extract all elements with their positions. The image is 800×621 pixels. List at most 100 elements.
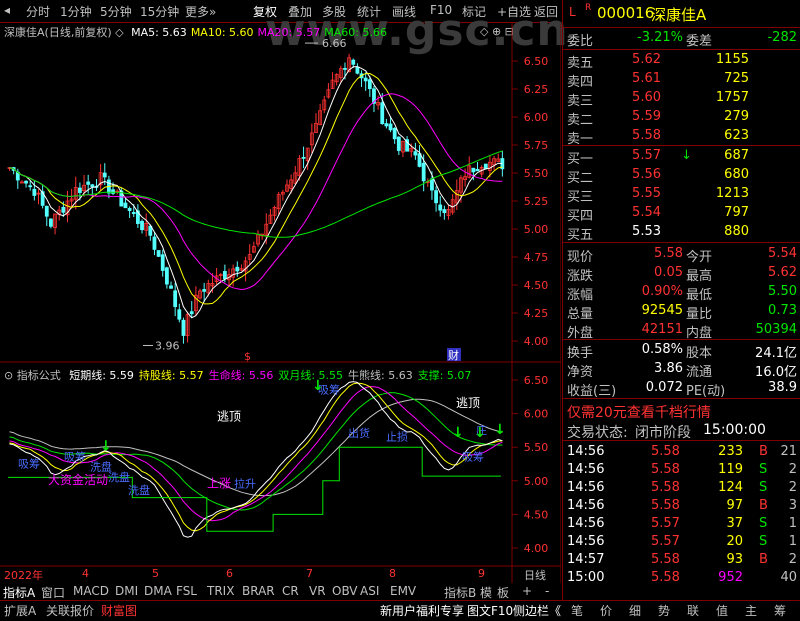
x-axis-label: 2022年 xyxy=(4,569,43,582)
indicator-tab-6[interactable]: TRIX xyxy=(207,584,234,598)
bottom-tab-2[interactable]: 财富图 xyxy=(101,602,137,619)
buy-row-3: 买四 5.54 797 xyxy=(563,204,800,224)
indicator-tab-5[interactable]: FSL xyxy=(176,584,197,598)
candle-body xyxy=(363,77,368,82)
stat-value: 50394 xyxy=(755,322,797,337)
indicator-toggle-icon[interactable]: ⊙ xyxy=(4,369,13,382)
buy-row-0-price: 5.57 xyxy=(632,148,661,163)
tick-vol: 20 xyxy=(726,534,743,549)
promo-text[interactable]: 仅需20元查看千档行情 xyxy=(567,402,711,422)
candle-body xyxy=(471,167,476,173)
annotation-escape: 逃顶 xyxy=(456,396,480,410)
side-tab-2[interactable]: 细 xyxy=(629,602,641,619)
tick-count: 2 xyxy=(788,480,797,495)
side-tab-4[interactable]: 联 xyxy=(687,602,699,619)
indicator-line-3: 双月线: 5.55 xyxy=(278,369,344,382)
buy-row-3-label: 买四 xyxy=(567,209,594,224)
bottom-right-link-1[interactable]: 图文F10 xyxy=(467,602,513,619)
bottom-tab-0[interactable]: 扩展A xyxy=(4,602,36,619)
sell-row-3-price: 5.59 xyxy=(632,109,661,124)
indicator-tab-8[interactable]: CR xyxy=(282,584,299,598)
x-axis: 2022年 4 5 6 7 8 9 日线 xyxy=(0,566,561,582)
indicator-tab-9[interactable]: VR xyxy=(309,584,326,598)
sell-row-2-label: 卖三 xyxy=(567,94,594,109)
indicator-tab-15[interactable]: 板 xyxy=(497,584,509,601)
stat-label: 涨跌 xyxy=(567,269,594,284)
bottom-tab-1[interactable]: 关联报价 xyxy=(46,602,94,619)
annotation-big-funds: 大资金活动 xyxy=(48,472,108,487)
toolbar-item-15min[interactable]: 15分钟 xyxy=(140,3,179,20)
toolbar-more-left-icon[interactable]: ◂ xyxy=(4,3,10,17)
indicator-header: ⊙ 指标公式 短期线: 5.59 持股线: 5.57 生命线: 5.56 双月线: 5… xyxy=(4,367,471,383)
indicator-tab-16[interactable]: + xyxy=(522,584,532,598)
candle-body xyxy=(367,79,372,90)
tick-row: 15:00 5.58 952 40 xyxy=(563,569,800,588)
stat-value: 24.1亿 xyxy=(755,346,797,361)
signal-label: 吸筹 xyxy=(64,450,86,464)
candle-body xyxy=(417,153,422,167)
side-tab-7[interactable]: 筹 xyxy=(774,602,786,619)
side-tab-3[interactable]: 势 xyxy=(658,602,670,619)
ind-y-tick-label: 5.00 xyxy=(524,475,549,488)
finance-marker[interactable]: 财 xyxy=(448,348,459,362)
dividend-marker[interactable]: $ xyxy=(244,350,251,363)
bottom-right-link-0[interactable]: 新用户福利专享 xyxy=(380,602,464,619)
tick-row: 14:56 5.58 124 S 2 xyxy=(563,479,800,498)
side-tab-1[interactable]: 价 xyxy=(600,602,612,619)
buy-row-4: 买五 5.53 880 xyxy=(563,223,800,243)
indicator-name[interactable]: 指标公式 xyxy=(17,369,61,382)
indicator-tab-1[interactable]: 窗口 xyxy=(41,584,65,601)
toolbar-item-5min[interactable]: 5分钟 xyxy=(100,3,132,20)
down-arrow-icon: ↓ xyxy=(494,422,506,438)
toolbar-item-1min[interactable]: 1分钟 xyxy=(60,3,92,20)
indicator-tab-7[interactable]: BRAR xyxy=(242,584,275,598)
candle-body xyxy=(430,178,434,191)
signal-label: 出货 xyxy=(348,426,370,440)
toolbar-item-more[interactable]: 更多» xyxy=(185,3,216,20)
indicator-tab-0[interactable]: 指标A xyxy=(3,584,35,601)
indicator-tab-10[interactable]: OBV xyxy=(332,584,358,598)
candle-body xyxy=(442,209,447,214)
x-axis-label: 6 xyxy=(226,567,233,580)
kline-chart[interactable]: 6.50 6.25 6.00 5.75 5.50 5.25 5.00 4.75 4.50 4.25… xyxy=(0,23,561,583)
y-tick-label: 4.50 xyxy=(524,279,549,292)
buy-row-0-label: 买一 xyxy=(567,152,594,167)
side-tab-6[interactable]: 主 xyxy=(745,602,757,619)
indicator-tab-12[interactable]: EMV xyxy=(390,584,416,598)
indicator-tab-3[interactable]: DMI xyxy=(115,584,138,598)
stat-label: 股本 xyxy=(686,346,713,361)
tick-bs: B xyxy=(759,498,768,513)
stock-name: 深康佳A xyxy=(651,6,707,24)
indicator-tab-13[interactable]: 指标B xyxy=(444,584,476,601)
x-axis-label: 4 xyxy=(82,567,89,580)
indicator-tab-17[interactable]: - xyxy=(545,584,549,598)
ma-line-10 xyxy=(9,72,503,305)
side-tab-0[interactable]: 笔 xyxy=(571,602,583,619)
side-tab-5[interactable]: 值 xyxy=(716,602,728,619)
indicator-tab-11[interactable]: ASI xyxy=(360,584,379,598)
sell-row-3: 卖二 5.59 279 xyxy=(563,108,800,128)
tick-price: 5.58 xyxy=(651,444,680,459)
tick-price: 5.57 xyxy=(651,534,680,549)
candle-body xyxy=(181,319,186,336)
tick-price: 5.58 xyxy=(651,480,680,495)
tick-count: 1 xyxy=(788,516,797,531)
buy-row-4-label: 买五 xyxy=(567,228,594,243)
stat-row-4: 外盘 42151 内盘 50394 xyxy=(563,321,800,341)
indicator-tab-2[interactable]: MACD xyxy=(73,584,109,598)
annotation-escape: 逃顶 xyxy=(217,409,241,423)
weicha-value: -282 xyxy=(767,30,797,45)
bottom-right-link-2[interactable]: 侧边栏《 xyxy=(513,602,561,619)
stat-value: 3.86 xyxy=(654,361,683,376)
promo-row[interactable]: 仅需20元查看千档行情 xyxy=(563,401,800,422)
stat-label: 收益(三) xyxy=(567,384,617,399)
buy-row-4-vol: 880 xyxy=(724,224,749,239)
indicator-tab-14[interactable]: 模 xyxy=(480,584,492,601)
signal-label: 洗盘 xyxy=(108,470,130,484)
candle-body xyxy=(61,206,66,213)
toolbar-item-fenshi[interactable]: 分时 xyxy=(26,3,50,20)
y-tick-label: 5.25 xyxy=(524,195,549,208)
stat-label: 最低 xyxy=(686,288,713,303)
indicator-tab-4[interactable]: DMA xyxy=(144,584,172,598)
buy-row-1-vol: 680 xyxy=(724,167,749,182)
